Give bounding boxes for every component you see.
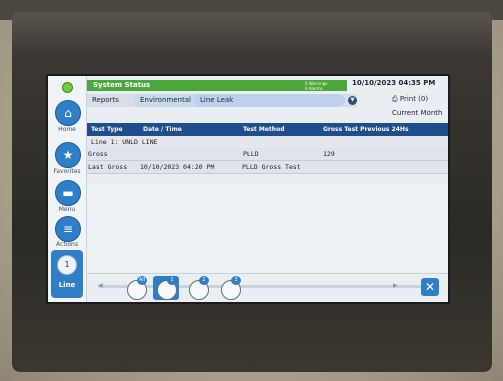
nav-actions-label: Actions xyxy=(56,241,78,248)
breadcrumb: Reports Environmental Line Leak ▼ xyxy=(87,94,357,107)
actions-icon[interactable]: ≡ xyxy=(55,216,81,242)
print-button[interactable]: ⎙ Print (0) xyxy=(392,95,428,104)
star-icon[interactable]: ★ xyxy=(55,142,81,168)
line-number: 1 xyxy=(57,255,77,275)
selector-number: 1 xyxy=(167,276,177,285)
cell-gross-test: 129 xyxy=(323,150,335,158)
col-test-type: Test Type xyxy=(91,126,123,133)
tab-reports[interactable]: Reports xyxy=(87,94,124,107)
col-test-method: Test Method xyxy=(243,126,285,133)
warnings-alarms-badge[interactable]: 0 Warnings 0 Alarms xyxy=(305,80,347,91)
status-led-icon xyxy=(62,82,73,93)
scroll-right-icon[interactable]: ▶ xyxy=(393,282,398,289)
menu-icon[interactable]: ▬ xyxy=(55,180,81,206)
datetime: 10/10/2023 04:35 PM xyxy=(352,79,436,87)
home-icon[interactable]: ⌂ xyxy=(55,100,81,126)
table-section: Line 1: UNLD LINE xyxy=(87,136,448,148)
cell-test-type: Last Gross xyxy=(88,163,128,171)
nav-favorites-label: Favorites xyxy=(53,168,81,175)
printer-icon: ⎙ xyxy=(392,95,398,103)
selector-line-3[interactable]: 3 xyxy=(217,276,243,300)
selector-all[interactable]: All xyxy=(123,276,149,300)
touch-screen: ⌂ Home ★ Favorites ▬ Menu ≡ Actions 1 Li… xyxy=(46,74,450,304)
selector-line-1[interactable]: 1 xyxy=(153,276,179,300)
nav-menu-label: Menu xyxy=(58,206,76,213)
alarms-count: 0 Alarms xyxy=(305,86,323,91)
tab-environmental[interactable]: Environmental xyxy=(135,94,196,107)
cell-test-method: PLLD xyxy=(243,150,259,158)
selector-number: 3 xyxy=(231,276,241,285)
selector-number: All xyxy=(137,276,147,285)
table-row[interactable]: Gross PLLD 129 xyxy=(87,148,448,161)
period-label: Current Month xyxy=(392,109,443,117)
nav-home-label: Home xyxy=(58,126,76,133)
table-empty-area xyxy=(87,184,448,272)
system-status-bar[interactable]: System Status xyxy=(87,80,305,91)
col-gross-test: Gross Test Previous 24Hs xyxy=(323,126,409,133)
table-row[interactable]: Last Gross 10/10/2023 04:20 PM PLLD Gros… xyxy=(87,161,448,174)
selector-line-2[interactable]: 2 xyxy=(185,276,211,300)
line-nav-button[interactable]: 1 Line xyxy=(51,250,83,298)
chevron-down-icon[interactable]: ▼ xyxy=(348,96,357,105)
section-label: Line 1: UNLD LINE xyxy=(91,138,158,146)
table-header: Test Type Date / Time Test Method Gross … xyxy=(87,123,448,136)
cell-date-time: 10/10/2023 04:20 PM xyxy=(140,163,215,171)
tab-line-leak[interactable]: Line Leak xyxy=(195,94,345,107)
left-nav: ⌂ Home ★ Favorites ▬ Menu ≡ Actions 1 Li… xyxy=(48,76,87,302)
cell-test-method: PLLD Gross Test xyxy=(242,163,301,171)
selector-number: 2 xyxy=(199,276,209,285)
col-date-time: Date / Time xyxy=(143,126,182,133)
scroll-left-icon[interactable]: ◀ xyxy=(98,282,103,289)
close-icon[interactable]: ✕ xyxy=(421,278,439,296)
print-label: Print (0) xyxy=(399,95,429,103)
line-nav-label: Line xyxy=(58,281,76,289)
cell-test-type: Gross xyxy=(88,150,108,158)
